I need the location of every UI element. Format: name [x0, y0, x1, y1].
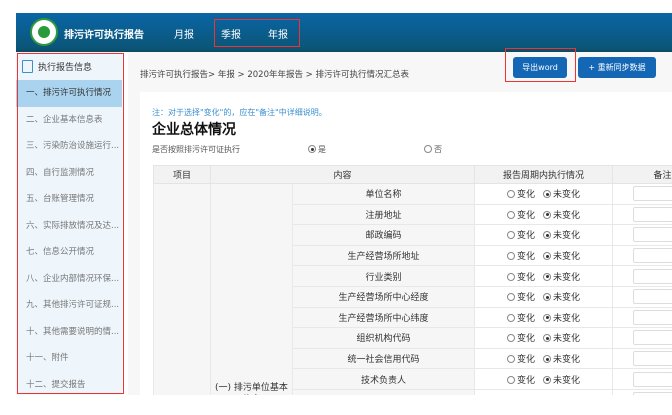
- remark-input[interactable]: [633, 371, 672, 387]
- radio-unchanged[interactable]: 未变化: [543, 375, 580, 386]
- remark-input[interactable]: [633, 268, 672, 284]
- field-name: 生产经营场所中心纬度: [292, 306, 475, 329]
- field-name: 生产经营场所中心经度: [292, 285, 475, 308]
- remark-input[interactable]: [633, 289, 672, 305]
- status-cell: 变化未变化: [474, 285, 613, 308]
- col-remark: 备注: [612, 165, 672, 184]
- status-cell: 变化未变化: [474, 388, 613, 395]
- radio-unchanged[interactable]: 未变化: [543, 231, 580, 241]
- remark-input[interactable]: [633, 351, 672, 367]
- note-text: 注：对于选择"变化"的，应在"备注"中详细说明。: [152, 108, 327, 117]
- remark-cell: [612, 347, 672, 370]
- field-name: 组织机构代码: [292, 327, 475, 349]
- remark-input[interactable]: [633, 248, 672, 264]
- remark-cell: [612, 388, 672, 395]
- table-row: (一) 排污单位基本信息单位名称变化未变化: [153, 183, 672, 395]
- status-cell: 变化未变化: [474, 265, 613, 287]
- radio-changed[interactable]: 变化: [506, 252, 535, 262]
- field-name: 生产经营场所地址: [292, 244, 475, 267]
- radio-changed[interactable]: 变化: [506, 272, 535, 283]
- remark-cell: [612, 203, 672, 226]
- summary-table: 项目 内容 报告周期内执行情况 备注 (一) 排污单位基本信息单位名称变化未变化…: [153, 165, 672, 395]
- status-cell: 变化未变化: [474, 327, 613, 349]
- question-label: 是否按照排污许可证执行: [152, 145, 240, 154]
- field-name: 统一社会信用代码: [292, 347, 475, 370]
- remark-input[interactable]: [633, 309, 672, 325]
- nav-monthly[interactable]: 月报: [174, 26, 194, 41]
- logo-icon: [30, 18, 58, 46]
- radio-unchanged[interactable]: 未变化: [543, 313, 580, 324]
- permit-question: 是否按照排污许可证执行 是 否: [152, 144, 442, 155]
- radio-changed[interactable]: 变化: [506, 355, 535, 365]
- status-cell: 变化未变化: [474, 306, 613, 329]
- remark-input[interactable]: [633, 206, 672, 222]
- item-cell: [153, 183, 211, 395]
- radio-unchanged[interactable]: 未变化: [543, 355, 580, 365]
- top-header: 排污许可执行报告 月报 季报 年报: [16, 13, 672, 52]
- radio-changed[interactable]: 变化: [506, 190, 535, 200]
- breadcrumb: 排污许可执行报告> 年报 > 2020年年报告 > 排污许可执行情况汇总表: [140, 70, 410, 80]
- radio-changed[interactable]: 变化: [506, 210, 535, 221]
- remark-cell: [612, 244, 672, 267]
- section-title: 企业总体情况: [152, 122, 236, 138]
- resync-data-button[interactable]: + 重新同步数据: [578, 57, 656, 78]
- col-content: 内容: [210, 165, 475, 184]
- radio-no[interactable]: 否: [424, 144, 442, 155]
- col-item: 项目: [153, 165, 211, 184]
- highlight-export: [505, 48, 576, 82]
- field-name: 邮政编码: [292, 224, 475, 246]
- remark-cell: [612, 265, 672, 287]
- report-panel: 注：对于选择"变化"的，应在"备注"中详细说明。 企业总体情况 是否按照排污许可…: [140, 92, 672, 395]
- field-name: 联系电话: [292, 388, 475, 395]
- field-name: 单位名称: [292, 183, 475, 205]
- radio-unchanged[interactable]: 未变化: [543, 190, 580, 200]
- radio-changed[interactable]: 变化: [506, 231, 535, 241]
- remark-cell: [612, 224, 672, 246]
- col-status: 报告周期内执行情况: [474, 165, 613, 184]
- status-cell: 变化未变化: [474, 244, 613, 267]
- radio-changed[interactable]: 变化: [506, 293, 535, 303]
- radio-changed[interactable]: 变化: [506, 334, 535, 344]
- app-title: 排污许可执行报告: [64, 30, 144, 41]
- remark-cell: [612, 368, 672, 390]
- field-name: 技术负责人: [292, 368, 475, 390]
- radio-unchanged[interactable]: 未变化: [543, 272, 580, 283]
- remark-input[interactable]: [633, 227, 672, 243]
- radio-changed[interactable]: 变化: [506, 375, 535, 386]
- remark-cell: [612, 306, 672, 329]
- radio-unchanged[interactable]: 未变化: [543, 210, 580, 221]
- remark-input[interactable]: [633, 392, 672, 395]
- radio-unchanged[interactable]: 未变化: [543, 334, 580, 344]
- status-cell: 变化未变化: [474, 183, 613, 205]
- remark-cell: [612, 285, 672, 308]
- highlight-nav: [214, 19, 300, 47]
- status-cell: 变化未变化: [474, 368, 613, 390]
- status-cell: 变化未变化: [474, 224, 613, 246]
- radio-unchanged[interactable]: 未变化: [543, 293, 580, 303]
- group-label: (一) 排污单位基本信息: [210, 183, 293, 395]
- radio-changed[interactable]: 变化: [506, 313, 535, 324]
- main-content: 排污许可执行报告> 年报 > 2020年年报告 > 排污许可执行情况汇总表 导出…: [128, 52, 672, 395]
- field-name: 注册地址: [292, 203, 475, 226]
- remark-cell: [612, 183, 672, 205]
- highlight-sidebar: [17, 53, 124, 394]
- field-name: 行业类别: [292, 265, 475, 287]
- status-cell: 变化未变化: [474, 203, 613, 226]
- radio-unchanged[interactable]: 未变化: [543, 252, 580, 262]
- remark-cell: [612, 327, 672, 349]
- remark-input[interactable]: [633, 186, 672, 202]
- remark-input[interactable]: [633, 330, 672, 346]
- status-cell: 变化未变化: [474, 347, 613, 370]
- radio-yes[interactable]: 是: [308, 144, 326, 155]
